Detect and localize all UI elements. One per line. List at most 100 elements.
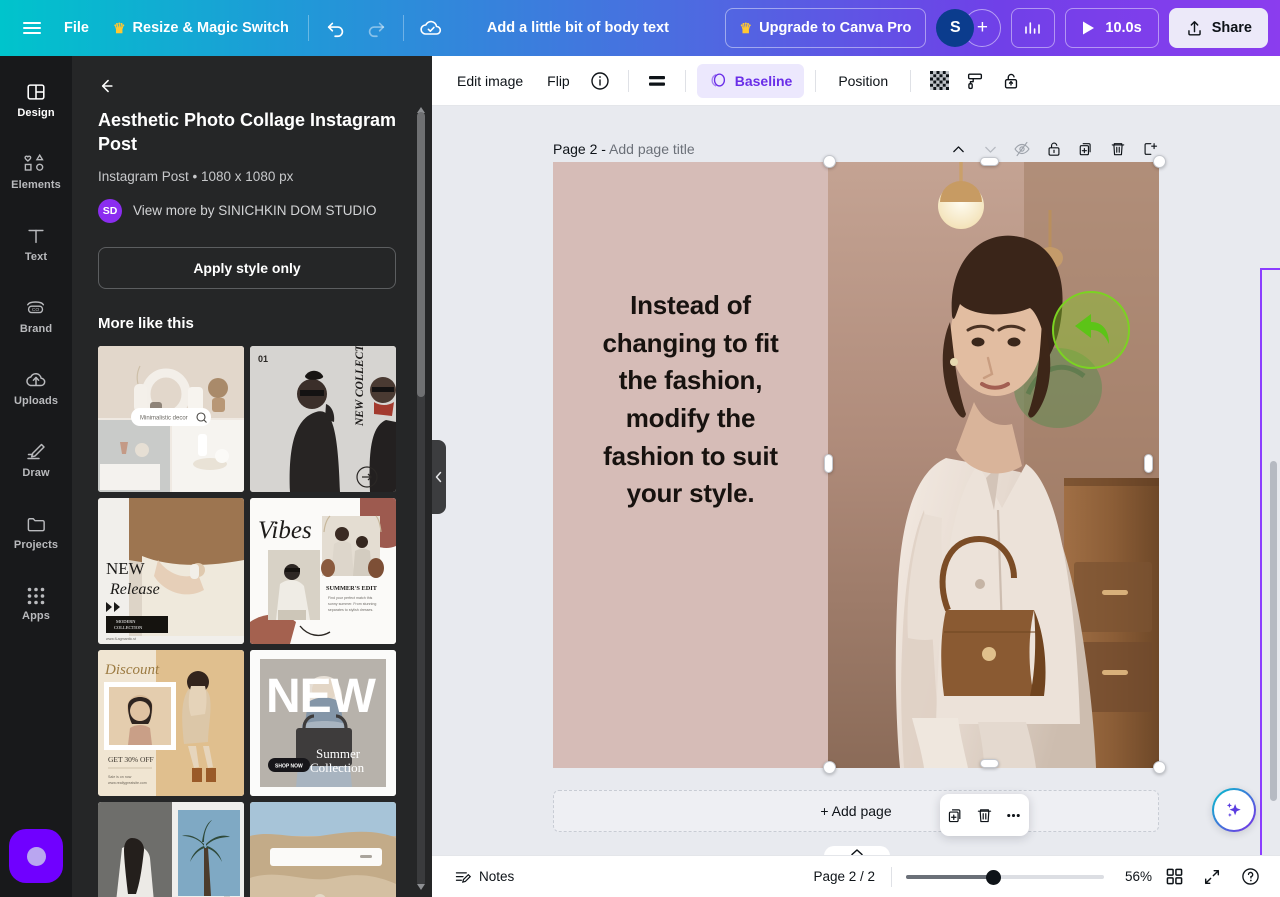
template-thumbnail-vibes[interactable]: Vibes SUMMER'S EDIT Find your perfect ma…: [250, 497, 396, 644]
design-stage[interactable]: Instead of changing to fit the fashion, …: [553, 162, 1159, 768]
lock-button[interactable]: [994, 64, 1028, 98]
hamburger-menu-button[interactable]: [12, 8, 52, 48]
selection-handle-bottom-right[interactable]: [1153, 761, 1166, 774]
notes-icon: [454, 868, 472, 886]
position-button[interactable]: Position: [827, 64, 899, 98]
selection-handle-top-left[interactable]: [823, 155, 836, 168]
record-button[interactable]: [9, 829, 63, 883]
duplicate-button[interactable]: [942, 800, 969, 830]
canvas-area: Page 2 - Add page title Instead of chang…: [432, 106, 1280, 897]
template-thumbnail-desert[interactable]: • • •: [250, 801, 396, 897]
panel-scroll-down-arrow[interactable]: [416, 883, 426, 891]
page-title-row[interactable]: Page 2 - Add page title: [553, 141, 695, 157]
analytics-button[interactable]: [1011, 8, 1056, 48]
template-thumbnail-new-release[interactable]: NEW Release MODERN COLLECTION www.fLagma…: [98, 497, 244, 644]
sidebar-item-draw[interactable]: Draw: [0, 424, 72, 496]
lock-open-icon: [1001, 71, 1021, 91]
crown-icon: ♛: [112, 20, 126, 36]
transparency-button[interactable]: [922, 64, 956, 98]
panel-collapse-button[interactable]: [432, 440, 446, 514]
delete-page-button[interactable]: [1103, 134, 1133, 164]
lock-page-button[interactable]: [1039, 134, 1069, 164]
info-button[interactable]: [583, 64, 617, 98]
record-dot-icon: [26, 846, 46, 866]
svg-text:sunny summer. From stunning: sunny summer. From stunning: [328, 602, 376, 606]
sidebar-item-label: Draw: [22, 467, 50, 479]
crown-icon: ♛: [739, 20, 753, 36]
sidebar-item-label: Projects: [13, 538, 59, 551]
quote-text-element[interactable]: Instead of changing to fit the fashion, …: [583, 287, 798, 513]
grid-view-button[interactable]: [1158, 861, 1190, 893]
magic-sparkles-icon: [1223, 799, 1245, 821]
page-label: Page 2 -: [553, 141, 610, 157]
canvas-scrollbar[interactable]: [1270, 461, 1277, 801]
cloud-save-status-button[interactable]: [411, 8, 451, 48]
uploads-cloud-icon: [24, 369, 48, 391]
move-page-up-button[interactable]: [943, 134, 973, 164]
animate-button[interactable]: [958, 64, 992, 98]
template-thumbnail-discount[interactable]: Discount GET 30% OFF Sale is on now www.…: [98, 649, 244, 796]
apply-style-only-button[interactable]: Apply style only: [98, 246, 396, 289]
upgrade-to-pro-button[interactable]: ♛ Upgrade to Canva Pro: [724, 8, 927, 48]
sidebar-item-apps[interactable]: Apps: [0, 568, 72, 640]
template-dimensions: Instagram Post • 1080 x 1080 px: [98, 168, 294, 184]
sidebar-item-projects[interactable]: Projects: [0, 496, 72, 568]
sidebar-item-elements[interactable]: Elements: [0, 136, 72, 208]
present-play-button[interactable]: 10.0s: [1065, 8, 1159, 48]
hide-page-button[interactable]: [1007, 134, 1037, 164]
more-like-this-heading: More like this: [98, 314, 194, 332]
baseline-label: Baseline: [734, 72, 793, 89]
spacing-button[interactable]: [640, 64, 674, 98]
add-page-button[interactable]: + Add page: [553, 790, 1159, 832]
woman-in-beige-blazer-photo[interactable]: [828, 162, 1159, 768]
template-author-link[interactable]: SD View more by SINICHKIN DOM STUDIO: [98, 198, 406, 223]
more-options-button[interactable]: [1000, 800, 1027, 830]
document-title-button[interactable]: Add a little bit of body text: [475, 10, 681, 46]
page-header: Page 2 - Add page title: [553, 134, 1165, 164]
svg-text:CO: CO: [32, 307, 40, 313]
grid-view-icon: [1166, 868, 1183, 885]
share-button[interactable]: Share: [1168, 8, 1268, 48]
selection-handle-left-center[interactable]: [824, 454, 833, 473]
sidebar-item-label: Text: [24, 251, 48, 263]
delete-button[interactable]: [971, 800, 998, 830]
sidebar-item-design[interactable]: Design: [0, 64, 72, 136]
template-thumbnail-minimalistic-decor[interactable]: Minimalistic decor: [98, 345, 244, 492]
sidebar-item-text[interactable]: Text: [0, 208, 72, 280]
selection-handle-right-center[interactable]: [1144, 454, 1153, 473]
template-thumbnail-new-collection[interactable]: NEW COLLECTION NEW CO 01: [250, 345, 396, 492]
page-counter[interactable]: Page 2 / 2: [803, 869, 885, 884]
paint-roller-icon: [965, 71, 985, 91]
redo-button[interactable]: [356, 8, 396, 48]
panel-back-button[interactable]: [84, 64, 128, 108]
file-menu-button[interactable]: File: [52, 10, 101, 46]
top-bar: File ♛ Resize & Magic Switch Add a littl…: [0, 0, 1280, 56]
fullscreen-button[interactable]: [1196, 861, 1228, 893]
selection-handle-top-right[interactable]: [1153, 155, 1166, 168]
template-thumbnail-summer-collection[interactable]: NEW Summer Collection SHOP NOW: [250, 649, 396, 796]
baseline-button[interactable]: Baseline: [696, 63, 805, 98]
svg-text:www.reallygreatsite.com: www.reallygreatsite.com: [108, 781, 147, 785]
selection-handle-bottom-left[interactable]: [823, 761, 836, 774]
magic-studio-button[interactable]: [1212, 788, 1256, 832]
resize-magic-switch-button[interactable]: ♛ Resize & Magic Switch: [101, 10, 301, 46]
zoom-slider[interactable]: [906, 867, 1104, 887]
sidebar-item-label: Elements: [11, 179, 61, 191]
svg-text:Summer: Summer: [316, 746, 361, 761]
help-question-icon: [1241, 867, 1260, 886]
sidebar-item-uploads[interactable]: Uploads: [0, 352, 72, 424]
sidebar-item-brand[interactable]: CO Brand: [0, 280, 72, 352]
selection-handle-top-center[interactable]: [980, 157, 999, 166]
help-button[interactable]: [1234, 861, 1266, 893]
notes-button[interactable]: Notes: [446, 862, 522, 892]
bottom-bar-controls: Page 2 / 2 56%: [803, 861, 1266, 893]
duplicate-page-button[interactable]: [1071, 134, 1101, 164]
undo-button[interactable]: [316, 8, 356, 48]
edit-image-button[interactable]: Edit image: [446, 64, 534, 98]
flip-button[interactable]: Flip: [536, 64, 581, 98]
zoom-slider-knob[interactable]: [986, 869, 1001, 885]
template-thumbnail-palm-collage[interactable]: +++ •••: [98, 801, 244, 897]
selection-handle-bottom-center[interactable]: [980, 759, 999, 768]
share-upload-icon: [1185, 19, 1204, 38]
panel-scrollbar-thumb[interactable]: [417, 112, 425, 397]
